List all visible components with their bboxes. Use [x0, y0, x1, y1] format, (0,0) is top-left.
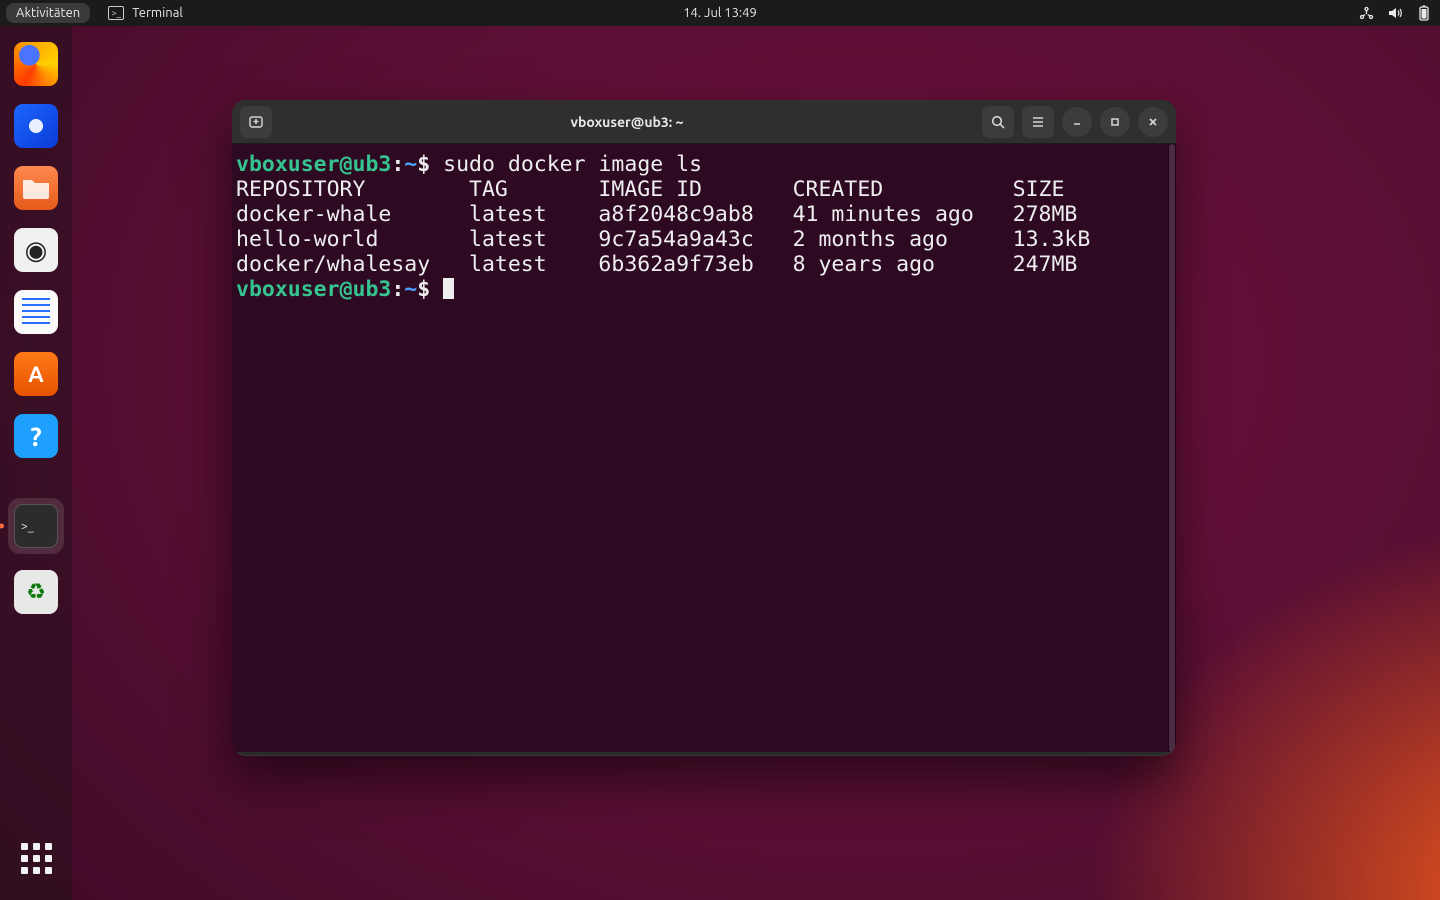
terminal-scrollbar[interactable]	[1168, 144, 1176, 752]
terminal-output-line: docker-whale latest a8f2048c9ab8 41 minu…	[236, 202, 1164, 227]
search-button[interactable]	[982, 106, 1014, 138]
dock-thunderbird[interactable]	[12, 102, 60, 150]
terminal-line: vboxuser@ub3:~$ sudo docker image ls	[236, 152, 1164, 177]
software-icon	[14, 352, 58, 396]
dock-trash[interactable]: ♻	[12, 568, 60, 616]
help-icon: ?	[14, 414, 58, 458]
terminal-app-icon: >_	[14, 504, 58, 548]
activities-button[interactable]: Aktivitäten	[6, 3, 90, 23]
volume-icon[interactable]	[1388, 6, 1404, 20]
appmenu-terminal[interactable]: >_ Terminal	[108, 6, 183, 20]
clock[interactable]: 14. Jul 13:49	[683, 6, 757, 20]
terminal-titlebar: vboxuser@ub3: ~	[232, 100, 1176, 144]
terminal-viewport[interactable]: vboxuser@ub3:~$ sudo docker image lsREPO…	[232, 144, 1168, 752]
close-button[interactable]	[1138, 107, 1168, 137]
terminal-output-line: docker/whalesay latest 6b362a9f73eb 8 ye…	[236, 252, 1164, 277]
terminal-window: vboxuser@ub3: ~ vboxuser@ub3:~$ sudo doc…	[232, 100, 1176, 756]
scrollbar-thumb[interactable]	[1169, 144, 1175, 752]
terminal-header-line: REPOSITORY TAG IMAGE ID CREATED SIZE	[236, 177, 1164, 202]
new-tab-button[interactable]	[240, 106, 272, 138]
terminal-icon: >_	[108, 6, 124, 20]
minimize-button[interactable]	[1062, 107, 1092, 137]
dock-terminal[interactable]: >_	[8, 498, 64, 554]
dock: ◉ ? >_ ♻	[0, 26, 72, 900]
trash-icon: ♻	[14, 570, 58, 614]
files-icon	[14, 166, 58, 210]
system-tray[interactable]	[1359, 5, 1430, 21]
document-icon	[14, 290, 58, 334]
network-icon[interactable]	[1359, 6, 1374, 20]
hamburger-menu-button[interactable]	[1022, 106, 1054, 138]
window-title: vboxuser@ub3: ~	[280, 114, 974, 130]
firefox-icon	[14, 42, 58, 86]
show-applications-button[interactable]	[12, 834, 60, 882]
dock-files[interactable]	[12, 164, 60, 212]
dock-software[interactable]	[12, 350, 60, 398]
appmenu-label: Terminal	[132, 6, 183, 20]
speaker-icon: ◉	[14, 228, 58, 272]
terminal-output-line: hello-world latest 9c7a54a9a43c 2 months…	[236, 227, 1164, 252]
dock-help[interactable]: ?	[12, 412, 60, 460]
gnome-topbar: Aktivitäten >_ Terminal 14. Jul 13:49	[0, 0, 1440, 26]
dock-rhythmbox[interactable]: ◉	[12, 226, 60, 274]
maximize-button[interactable]	[1100, 107, 1130, 137]
terminal-cursor	[443, 278, 454, 299]
terminal-prompt-line: vboxuser@ub3:~$	[236, 277, 1164, 302]
battery-icon[interactable]	[1418, 5, 1430, 21]
dock-writer[interactable]	[12, 288, 60, 336]
dock-firefox[interactable]	[12, 40, 60, 88]
thunderbird-icon	[14, 104, 58, 148]
